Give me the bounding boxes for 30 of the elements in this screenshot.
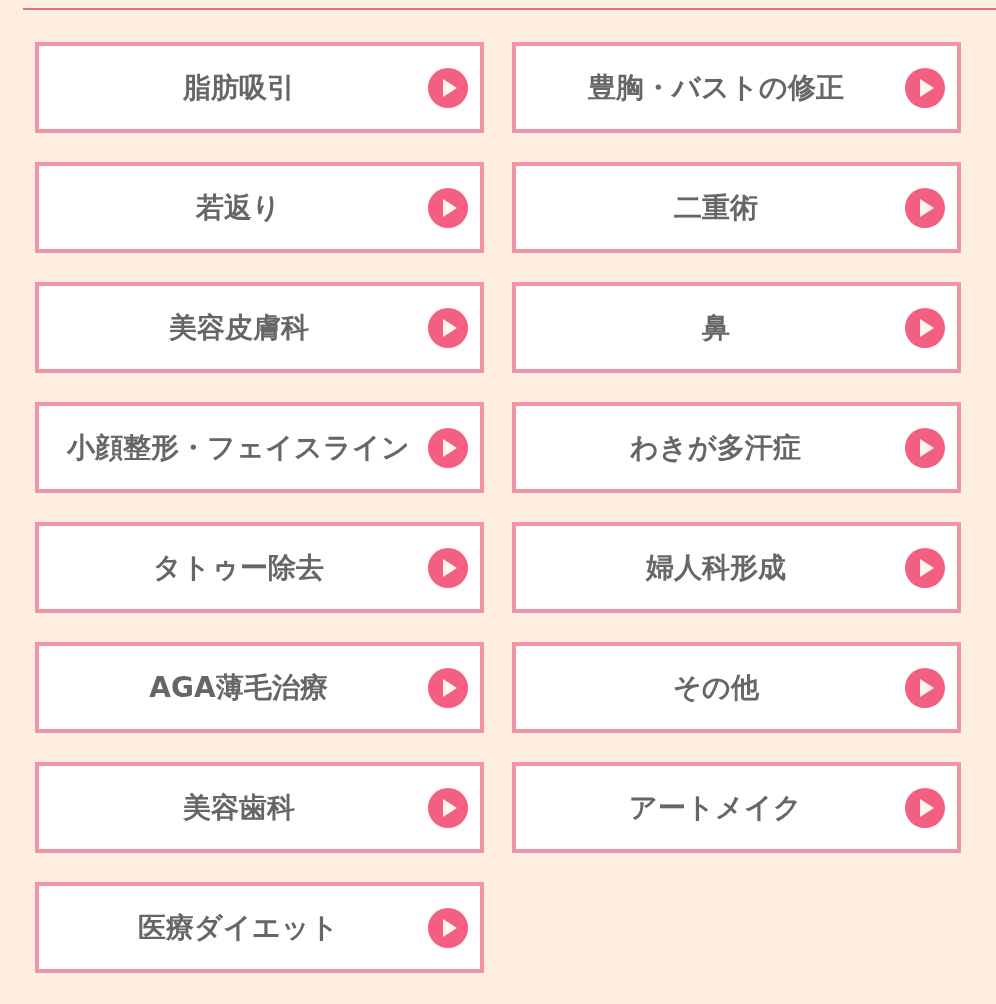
play-icon: [905, 667, 945, 708]
menu-link[interactable]: 美容歯科: [35, 762, 484, 853]
menu-link[interactable]: 二重術: [512, 162, 961, 253]
menu-link[interactable]: タトゥー除去: [35, 522, 484, 613]
menu-link[interactable]: AGA薄毛治療: [35, 642, 484, 733]
menu-link[interactable]: 婦人科形成: [512, 522, 961, 613]
play-icon: [428, 427, 468, 468]
play-icon: [428, 307, 468, 348]
menu-link[interactable]: 小顔整形・フェイスライン: [35, 402, 484, 493]
menu-link[interactable]: その他: [512, 642, 961, 733]
menu-link[interactable]: 鼻: [512, 282, 961, 373]
menu-link[interactable]: 医療ダイエット: [35, 882, 484, 973]
play-icon: [905, 67, 945, 108]
menu-link[interactable]: 脂肪吸引: [35, 42, 484, 133]
play-icon: [905, 307, 945, 348]
menu-link[interactable]: 美容皮膚科: [35, 282, 484, 373]
menu-link[interactable]: アートメイク: [512, 762, 961, 853]
play-icon: [428, 187, 468, 228]
play-icon: [905, 427, 945, 468]
play-icon: [428, 667, 468, 708]
play-icon: [905, 787, 945, 828]
menu-link[interactable]: 若返り: [35, 162, 484, 253]
play-icon: [428, 67, 468, 108]
play-icon: [428, 907, 468, 948]
play-icon: [905, 547, 945, 588]
play-icon: [428, 787, 468, 828]
play-icon: [428, 547, 468, 588]
play-icon: [905, 187, 945, 228]
menu-link[interactable]: 豊胸・バストの修正: [512, 42, 961, 133]
menu-link[interactable]: わきが多汗症: [512, 402, 961, 493]
